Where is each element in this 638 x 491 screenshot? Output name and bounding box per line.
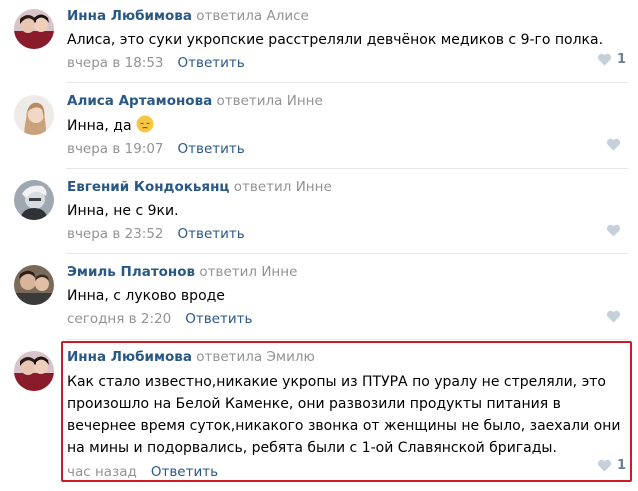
comment-text: Как стало известно,никакие укропы из ПТУ… — [67, 371, 628, 459]
comment-header: Евгений Кондокьянц ответил Инне — [67, 179, 628, 196]
like-button[interactable] — [606, 310, 626, 323]
avatar[interactable] — [14, 95, 54, 135]
avatar[interactable] — [14, 180, 54, 220]
comment-meta: вчера в 18:53 Ответить — [67, 55, 628, 72]
divider — [66, 339, 628, 340]
comment-meta: вчера в 23:52 Ответить — [67, 226, 628, 243]
comment-text: Инна, с луково вроде — [67, 288, 225, 304]
comment-header: Алиса Артамонова ответила Инне — [67, 93, 628, 110]
reply-button[interactable]: Ответить — [178, 141, 245, 157]
comment-header: Инна Любимова ответила Эмилю — [67, 349, 628, 366]
comment-text-line: произошло на Белой Каменке, они развозил… — [67, 396, 561, 412]
comment-text: Инна, да — [67, 118, 132, 134]
comment-meta: сегодня в 2:20 Ответить — [67, 311, 628, 328]
avatar[interactable] — [14, 9, 54, 49]
comments-feed: Инна Любимова ответила Алисе Алиса, это … — [0, 0, 638, 491]
heart-icon — [597, 459, 612, 472]
author-name[interactable]: Инна Любимова — [67, 8, 192, 24]
heart-icon — [606, 224, 621, 237]
divider — [66, 82, 628, 83]
like-button[interactable]: 1 — [597, 458, 626, 473]
reply-button[interactable]: Ответить — [151, 464, 218, 480]
comment-body: Алиса Артамонова ответила Инне Инна, да … — [67, 93, 628, 158]
comment-text-line: вечернее время суток,никакого звонка от … — [67, 418, 621, 434]
comment-body: Евгений Кондокьянц ответил Инне Инна, не… — [67, 179, 628, 243]
reply-target[interactable]: Эмилю — [266, 349, 314, 365]
comment-item: Евгений Кондокьянц ответил Инне Инна, не… — [0, 170, 638, 256]
like-button[interactable] — [606, 224, 626, 237]
comment-header: Инна Любимова ответила Алисе — [67, 8, 628, 25]
comment-meta: вчера в 19:07 Ответить — [67, 141, 628, 158]
pensive-face-emoji-icon — [136, 115, 154, 133]
heart-icon — [606, 310, 621, 323]
author-name[interactable]: Алиса Артамонова — [67, 93, 212, 109]
avatar[interactable] — [14, 351, 54, 391]
heart-icon — [606, 138, 621, 151]
comment-text: Алиса, это суки укропские расстреляли де… — [67, 32, 604, 48]
comment-text: Инна, не с 9ки. — [67, 203, 179, 219]
avatar[interactable] — [14, 265, 54, 305]
comment-body: Инна Любимова ответила Алисе Алиса, это … — [67, 8, 628, 72]
reply-button[interactable]: Ответить — [178, 55, 245, 71]
author-name[interactable]: Эмиль Платонов — [67, 264, 195, 280]
reply-button[interactable]: Ответить — [178, 226, 245, 242]
reply-verb: ответил — [233, 179, 292, 195]
comment-date[interactable]: вчера в 18:53 — [67, 55, 164, 71]
comment-item: Алиса Артамонова ответила Инне Инна, да … — [0, 84, 638, 170]
comment-body: Эмиль Платонов ответил Инне Инна, с луко… — [67, 264, 628, 328]
author-name[interactable]: Евгений Кондокьянц — [67, 179, 229, 195]
divider — [66, 253, 628, 254]
comment-text-line: на мины и подорвались, ребята были с 1-о… — [67, 440, 557, 456]
reply-verb: ответила — [216, 93, 283, 109]
comment-text-line: Инна, да — [67, 115, 628, 137]
reply-target[interactable]: Инне — [296, 179, 332, 195]
comment-date[interactable]: вчера в 23:52 — [67, 226, 164, 242]
comment-item: Эмиль Платонов ответил Инне Инна, с луко… — [0, 255, 638, 341]
comment-date[interactable]: час назад — [67, 464, 137, 480]
reply-verb: ответила — [196, 8, 263, 24]
comment-date[interactable]: сегодня в 2:20 — [67, 311, 171, 327]
reply-verb: ответил — [199, 264, 258, 280]
divider — [66, 168, 628, 169]
heart-icon — [597, 53, 612, 66]
comment-body: Инна Любимова ответила Эмилю Как стало и… — [67, 349, 628, 481]
comment-meta: час назад Ответить — [67, 464, 628, 481]
author-name[interactable]: Инна Любимова — [67, 349, 192, 365]
reply-target[interactable]: Инне — [261, 264, 297, 280]
reply-verb: ответила — [196, 349, 263, 365]
comment-text-line: Как стало известно,никакие укропы из ПТУ… — [67, 374, 606, 390]
like-count: 1 — [616, 52, 626, 67]
comment-date[interactable]: вчера в 19:07 — [67, 141, 164, 157]
reply-button[interactable]: Ответить — [185, 311, 252, 327]
reply-target[interactable]: Инне — [287, 93, 323, 109]
like-button[interactable] — [606, 138, 626, 151]
reply-target[interactable]: Алисе — [266, 8, 308, 24]
comment-header: Эмиль Платонов ответил Инне — [67, 264, 628, 281]
comment-item: Инна Любимова ответила Алисе Алиса, это … — [0, 0, 638, 84]
comment-item-highlighted: Инна Любимова ответила Эмилю Как стало и… — [0, 341, 638, 487]
like-count: 1 — [616, 458, 626, 473]
like-button[interactable]: 1 — [597, 52, 626, 67]
